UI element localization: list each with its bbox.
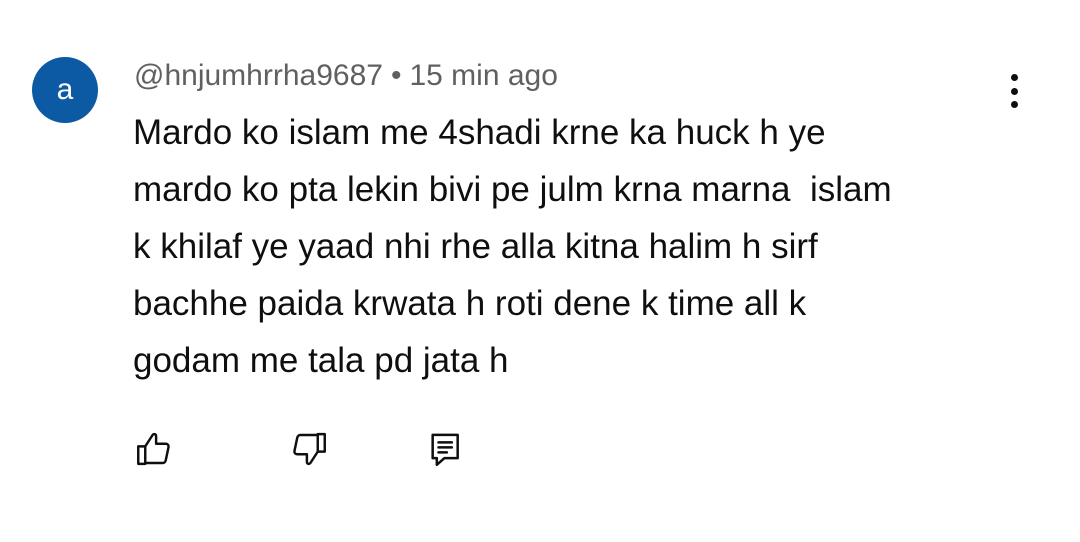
menu-dot [1010, 74, 1018, 81]
username[interactable]: @hnjumhrrha9687 [134, 59, 383, 92]
comment-actions [0, 425, 1080, 475]
menu-dot [1010, 101, 1018, 108]
thumbs-down-icon [293, 432, 326, 466]
comment-header: @hnjumhrrha9687 • 15 min ago [134, 58, 558, 94]
menu-dot [1010, 87, 1018, 95]
thumbs-up-icon [137, 432, 170, 466]
avatar[interactable]: a [32, 57, 98, 123]
timestamp[interactable]: 15 min ago [409, 59, 557, 92]
dislike-button[interactable] [285, 425, 333, 473]
comment-text: Mardo ko islam me 4shadi krne ka huck h … [133, 113, 892, 380]
avatar-letter: a [56, 73, 74, 106]
reply-comment-icon [431, 433, 459, 467]
like-button[interactable] [130, 425, 178, 473]
reply-button[interactable] [422, 425, 470, 473]
separator-dot: • [390, 59, 402, 92]
